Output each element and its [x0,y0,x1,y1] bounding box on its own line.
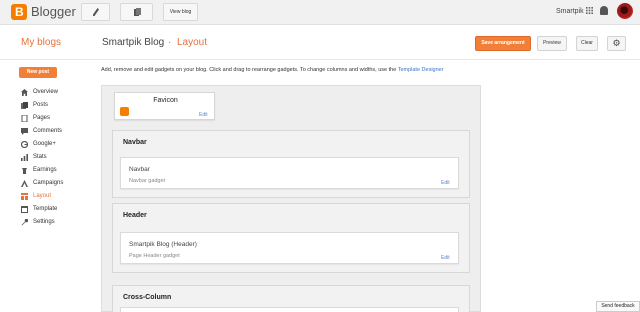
section-header: Header Smartpik Blog (Header) Page Heade… [112,203,470,273]
sidebar-item-pages[interactable]: Pages [21,114,91,124]
page-title: Layout [177,37,208,48]
comment-icon [21,128,28,135]
section-title: Navbar [123,139,147,146]
favicon-edit-link[interactable]: Edit [199,112,208,118]
googleplus-icon [21,141,28,148]
earnings-icon [22,168,27,174]
header-gadget[interactable]: Smartpik Blog (Header) Page Header gadge… [120,232,459,264]
top-bar: B Blogger View blog Smartpik [0,0,640,25]
gadget-type: Navbar gadget [129,178,166,184]
template-designer-link[interactable]: Template Designer [398,67,444,73]
cross-column-gadget[interactable] [120,307,459,312]
clear-button[interactable]: Clear [576,36,598,51]
stats-icon [21,154,28,161]
gadget-name: Navbar [129,166,150,173]
sidebar-item-campaigns[interactable]: Campaigns [21,179,91,189]
section-navbar: Navbar Navbar Navbar gadget Edit [112,130,470,198]
favicon-gadget[interactable]: Favicon Edit [114,92,215,120]
send-feedback-button[interactable]: Send feedback [596,301,640,312]
pages-icon [134,8,141,16]
notifications-bell-icon[interactable] [600,6,608,15]
account-name[interactable]: Smartpik [556,8,584,15]
breadcrumb-blog-name[interactable]: Smartpik Blog [102,37,164,48]
page-header: My blogs Smartpik Blog · Layout Save arr… [0,26,640,60]
blogger-favicon-icon [120,107,129,116]
template-icon [21,206,28,213]
sidebar-item-layout[interactable]: Layout [21,192,91,202]
sidebar-item-googleplus[interactable]: Google+ [21,140,91,150]
layout-instructions: Add, remove and edit gadgets on your blo… [101,67,444,73]
my-blogs-link[interactable]: My blogs [21,37,61,48]
campaigns-icon [21,180,28,187]
sidebar-item-template[interactable]: Template [21,205,91,215]
sidebar-item-settings[interactable]: Settings [21,218,91,228]
save-arrangement-button[interactable]: Save arrangement [475,36,531,51]
pages-icon [21,115,28,122]
sidebar-item-comments[interactable]: Comments [21,127,91,137]
layout-icon [21,193,28,200]
breadcrumb-separator: · [168,37,172,48]
settings-gear-button[interactable]: ⚙ [607,36,626,51]
wrench-icon [21,219,28,226]
preview-button[interactable]: Preview [537,36,567,51]
navbar-gadget[interactable]: Navbar Navbar gadget Edit [120,157,459,189]
new-post-button-sidebar[interactable]: New post [19,67,57,78]
gadget-type: Page Header gadget [129,253,180,259]
new-post-button[interactable] [81,3,110,21]
section-cross-column: Cross-Column [112,285,470,312]
sidebar-item-overview[interactable]: Overview [21,88,91,98]
brand-name[interactable]: Blogger [31,4,76,20]
section-title: Header [123,212,147,219]
posts-list-button[interactable] [120,3,153,21]
layout-canvas: Favicon Edit Navbar Navbar Navbar gadget… [101,85,481,312]
favicon-title: Favicon [153,97,178,104]
pencil-icon [93,8,99,16]
apps-grid-icon[interactable] [586,7,593,14]
home-icon [21,89,28,96]
view-blog-button[interactable]: View blog [163,3,198,21]
avatar[interactable] [617,3,633,19]
section-title: Cross-Column [123,294,172,301]
blogger-logo-icon[interactable]: B [11,4,27,20]
header-edit-link[interactable]: Edit [441,255,450,261]
navbar-edit-link[interactable]: Edit [441,180,450,186]
sidebar-item-stats[interactable]: Stats [21,153,91,163]
sidebar-item-earnings[interactable]: Earnings [21,166,91,176]
sidebar-item-posts[interactable]: Posts [21,101,91,111]
gadget-name: Smartpik Blog (Header) [129,241,197,248]
gear-icon: ⚙ [612,38,621,48]
posts-icon [21,102,28,109]
